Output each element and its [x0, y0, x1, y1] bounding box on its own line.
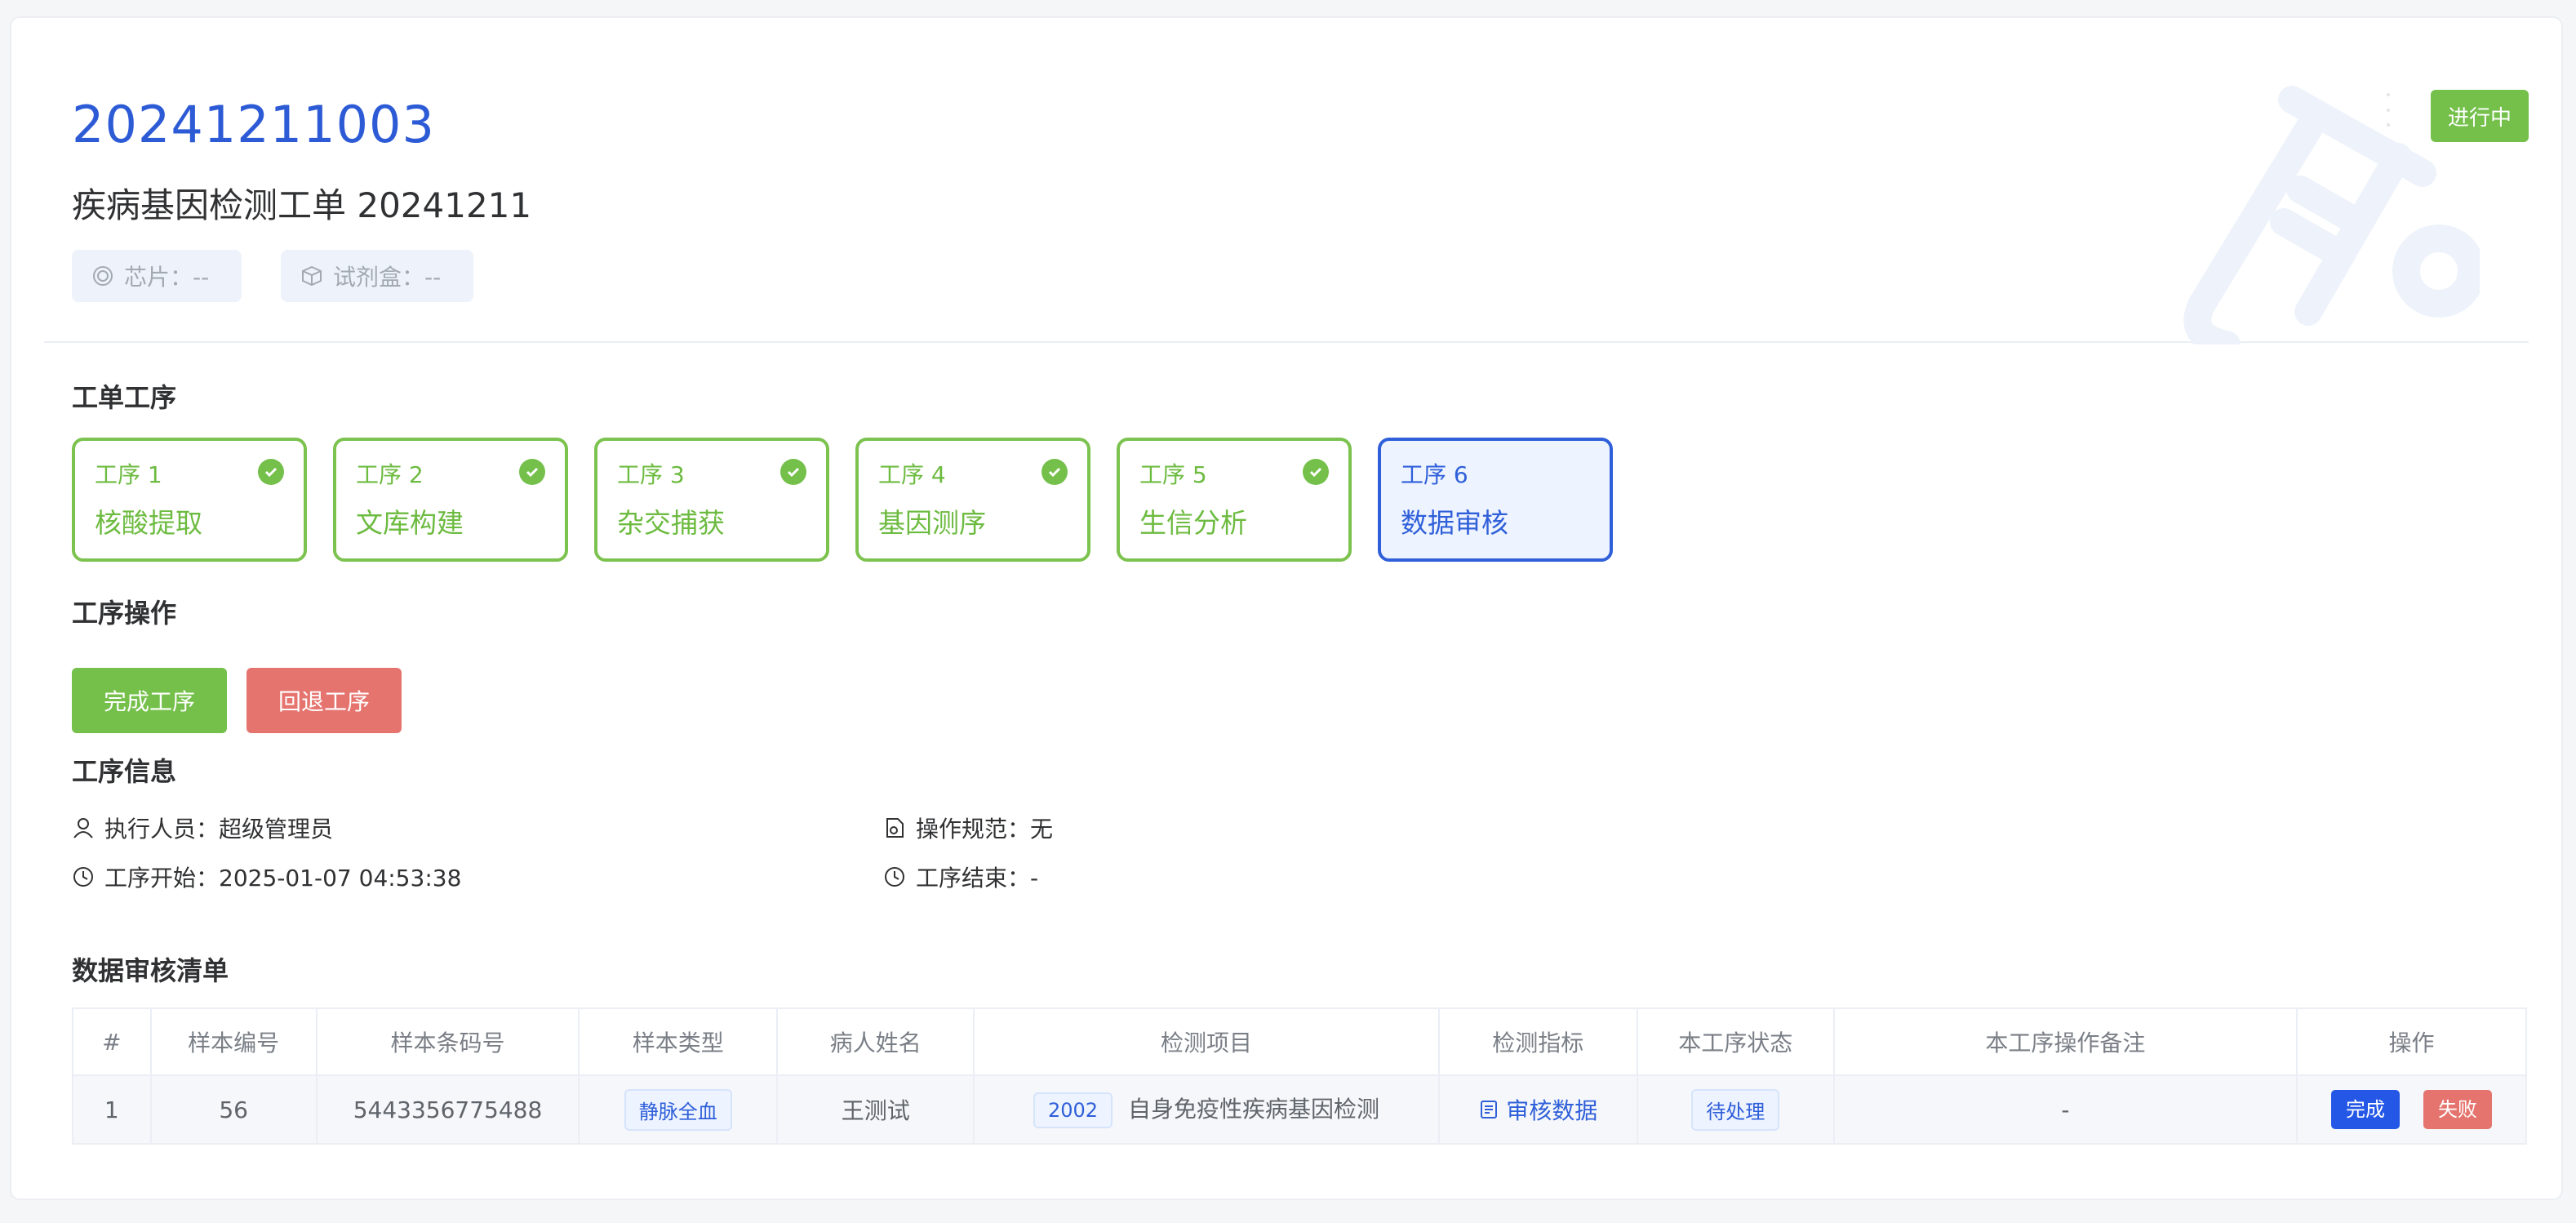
patient-name: 王测试 — [776, 1074, 975, 1145]
box-icon — [302, 265, 322, 287]
column-header: 操作 — [2295, 1007, 2528, 1076]
table-header-row: # 样本编号 样本条码号 样本类型 病人姓名 检测项目 检测指标 本工序状态 本… — [72, 1007, 2528, 1076]
indicator-cell: 审核数据 — [1437, 1074, 1638, 1145]
user-icon — [73, 818, 93, 838]
step-name: 基因测序 — [878, 507, 986, 539]
kit-pill: 试剂盒：-- — [281, 250, 473, 302]
review-table: # 样本编号 样本条码号 样本类型 病人姓名 检测项目 检测指标 本工序状态 本… — [72, 1007, 2528, 1145]
sample-type-tag: 静脉全血 — [624, 1088, 732, 1131]
executor-info: 执行人员：超级管理员 — [72, 812, 333, 844]
step-5[interactable]: 工序 5 生信分析 — [1117, 438, 1352, 562]
operations-section-title: 工序操作 — [72, 598, 177, 629]
column-header: 检测项目 — [973, 1007, 1440, 1076]
clock-icon — [885, 867, 904, 887]
kit-text: 试剂盒：-- — [333, 264, 442, 291]
step-number: 工序 3 — [617, 461, 685, 488]
step-number: 工序 2 — [356, 461, 424, 488]
steps-list: 工序 1 核酸提取 工序 2 文库构建 工序 3 杂交捕获 工序 4 基因测序 … — [72, 438, 1613, 562]
column-header: 本工序状态 — [1636, 1007, 1835, 1076]
sample-type-cell: 静脉全血 — [578, 1074, 779, 1145]
step-number: 工序 6 — [1401, 461, 1468, 488]
step-name: 数据审核 — [1401, 507, 1508, 539]
column-header: 样本类型 — [578, 1007, 779, 1076]
action-cell: 完成 失败 — [2295, 1074, 2528, 1145]
column-header: 病人姓名 — [776, 1007, 975, 1076]
step-3[interactable]: 工序 3 杂交捕获 — [594, 438, 829, 562]
step-name: 杂交捕获 — [617, 507, 725, 539]
step-name: 核酸提取 — [95, 507, 202, 539]
order-number: 20241211003 — [72, 95, 435, 154]
project-cell: 2002 自身免疫性疾病基因检测 — [973, 1074, 1440, 1145]
chip-icon — [93, 266, 113, 286]
document-icon — [1481, 1101, 1498, 1118]
column-header: 样本条码号 — [315, 1007, 580, 1076]
step-name: 文库构建 — [356, 507, 464, 539]
status-tag: 待处理 — [1691, 1088, 1780, 1131]
test-tube-watermark-icon — [2183, 86, 2480, 345]
sample-number: 56 — [149, 1074, 318, 1145]
order-header: 20241211003 疾病基因检测工单 20241211 芯片：-- 试剂盒：… — [44, 18, 2529, 345]
order-title: 疾病基因检测工单 20241211 — [72, 185, 532, 225]
check-circle-icon — [258, 459, 284, 485]
step-number: 工序 4 — [878, 461, 946, 488]
remark: - — [1832, 1074, 2298, 1145]
status-cell: 待处理 — [1636, 1074, 1835, 1145]
chip-pill: 芯片：-- — [72, 250, 242, 302]
fail-button[interactable]: 失败 — [2423, 1090, 2492, 1129]
project-code-tag: 2002 — [1033, 1092, 1113, 1128]
review-data-link[interactable]: 审核数据 — [1478, 1093, 1597, 1126]
row-index: 1 — [72, 1074, 152, 1145]
complete-button[interactable]: 完成 — [2331, 1090, 2401, 1129]
work-order-card: 20241211003 疾病基因检测工单 20241211 芯片：-- 试剂盒：… — [10, 16, 2563, 1200]
check-circle-icon — [780, 459, 806, 485]
complete-step-button[interactable]: 完成工序 — [72, 668, 227, 733]
review-section-title: 数据审核清单 — [72, 955, 229, 986]
check-circle-icon — [1303, 459, 1329, 485]
step-number: 工序 1 — [95, 461, 162, 488]
start-text: 工序开始：2025-01-07 04:53:38 — [104, 865, 462, 892]
project-name: 自身免疫性疾病基因检测 — [1127, 1095, 1379, 1123]
review-data-label: 审核数据 — [1506, 1097, 1598, 1124]
column-header: 本工序操作备注 — [1832, 1007, 2298, 1076]
column-header: # — [72, 1007, 152, 1076]
clock-icon — [73, 867, 93, 887]
step-number: 工序 5 — [1139, 461, 1207, 488]
step-6[interactable]: 工序 6 数据审核 — [1378, 438, 1613, 562]
executor-text: 执行人员：超级管理员 — [104, 816, 334, 843]
table-row: 1 56 5443356775488 静脉全血 王测试 2002 自身免疫性疾病… — [72, 1074, 2528, 1145]
check-circle-icon — [1042, 459, 1068, 485]
info-section-title: 工序信息 — [72, 756, 177, 787]
step-name: 生信分析 — [1139, 507, 1247, 539]
step-1[interactable]: 工序 1 核酸提取 — [72, 438, 307, 562]
start-info: 工序开始：2025-01-07 04:53:38 — [72, 861, 461, 893]
step-4[interactable]: 工序 4 基因测序 — [855, 438, 1090, 562]
sample-barcode: 5443356775488 — [315, 1074, 580, 1145]
end-text: 工序结束：- — [916, 865, 1039, 892]
end-info: 工序结束：- — [883, 861, 1038, 893]
step-2[interactable]: 工序 2 文库构建 — [333, 438, 568, 562]
document-icon — [886, 818, 904, 838]
spec-text: 操作规范：无 — [916, 816, 1054, 843]
chip-text: 芯片：-- — [124, 264, 210, 291]
steps-section-title: 工单工序 — [72, 382, 177, 413]
check-circle-icon — [519, 459, 545, 485]
rollback-step-button[interactable]: 回退工序 — [246, 668, 402, 733]
column-header: 检测指标 — [1437, 1007, 1638, 1076]
spec-info: 操作规范：无 — [883, 812, 1053, 844]
column-header: 样本编号 — [149, 1007, 318, 1076]
